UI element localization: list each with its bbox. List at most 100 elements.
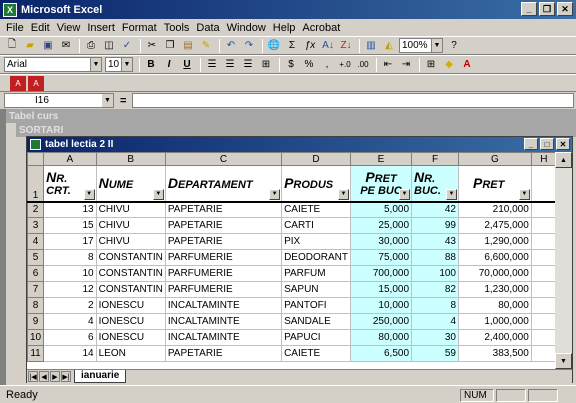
chevron-down-icon[interactable]: ▼ bbox=[431, 39, 442, 52]
spreadsheet-grid[interactable]: A B C D E F G H 1 NR. CRT. ▼ NUME ▼ DEPARTA… bbox=[27, 152, 557, 369]
cell-nr-buc[interactable]: 42 bbox=[411, 201, 459, 218]
cell-nr-buc[interactable]: 59 bbox=[411, 345, 459, 362]
print-preview-icon[interactable]: ◫ bbox=[101, 38, 117, 53]
cell-pret-pe-buc[interactable]: 25,000 bbox=[349, 217, 413, 234]
name-box[interactable]: I16 ▼ bbox=[4, 93, 114, 108]
cell[interactable] bbox=[530, 345, 557, 362]
cell-departament[interactable]: PAPETARIE bbox=[164, 217, 283, 234]
cell-pret-pe-buc[interactable]: 75,000 bbox=[349, 249, 413, 266]
increase-decimal-icon[interactable]: +.0 bbox=[337, 57, 353, 72]
row-header[interactable]: 11 bbox=[27, 345, 45, 362]
cell[interactable] bbox=[530, 265, 557, 282]
select-all[interactable] bbox=[27, 152, 45, 166]
hyperlink-icon[interactable]: 🌐 bbox=[266, 38, 282, 53]
cell[interactable] bbox=[530, 329, 557, 346]
cell-nr-buc[interactable]: 43 bbox=[411, 233, 459, 250]
cell-produs[interactable]: PIX bbox=[281, 233, 351, 250]
cell-nr-buc[interactable]: 30 bbox=[411, 329, 459, 346]
cell-nr-crt[interactable]: 4 bbox=[43, 313, 97, 330]
zoom-select[interactable]: 100% ▼ bbox=[399, 38, 443, 53]
cell-pret-pe-buc[interactable]: 30,000 bbox=[349, 233, 413, 250]
cell-nr-crt[interactable]: 13 bbox=[43, 201, 97, 218]
function-icon[interactable]: ƒx bbox=[302, 38, 318, 53]
cell-produs[interactable]: DEODORANT bbox=[281, 249, 351, 266]
menu-insert[interactable]: Insert bbox=[87, 22, 115, 34]
fill-color-icon[interactable]: ◆ bbox=[441, 57, 457, 72]
align-right-icon[interactable]: ☰ bbox=[240, 57, 256, 72]
cell-nr-crt[interactable]: 6 bbox=[43, 329, 97, 346]
cell-departament[interactable]: PAPETARIE bbox=[164, 201, 283, 218]
cell[interactable] bbox=[530, 233, 557, 250]
cell-produs[interactable]: PANTOFI bbox=[281, 297, 351, 314]
cell-pret-pe-buc[interactable]: 6,500 bbox=[349, 345, 413, 362]
cell-departament[interactable]: INCALTAMINTE bbox=[164, 313, 283, 330]
scroll-down-icon[interactable]: ▼ bbox=[555, 353, 572, 369]
first-sheet-icon[interactable]: |◀ bbox=[28, 371, 38, 382]
cell-nr-crt[interactable]: 14 bbox=[43, 345, 97, 362]
merge-center-icon[interactable]: ⊞ bbox=[258, 57, 274, 72]
align-center-icon[interactable]: ☰ bbox=[222, 57, 238, 72]
copy-icon[interactable]: ❐ bbox=[162, 38, 178, 53]
cell-pret[interactable]: 210,000 bbox=[458, 201, 532, 218]
formula-input[interactable] bbox=[132, 93, 574, 108]
autofilter-icon[interactable]: ▼ bbox=[337, 188, 349, 200]
next-sheet-icon[interactable]: ▶ bbox=[50, 371, 60, 382]
cell-produs[interactable]: SANDALE bbox=[281, 313, 351, 330]
cell-pret[interactable]: 70,000,000 bbox=[458, 265, 532, 282]
cell-nr-crt[interactable]: 10 bbox=[43, 265, 97, 282]
row-header[interactable]: 10 bbox=[27, 329, 45, 346]
autofilter-icon[interactable]: ▼ bbox=[446, 188, 457, 200]
paste-icon[interactable]: ▤ bbox=[180, 38, 196, 53]
cell-pret[interactable]: 383,500 bbox=[458, 345, 532, 362]
cell-nr-buc[interactable]: 4 bbox=[411, 313, 459, 330]
cell-departament[interactable]: INCALTAMINTE bbox=[164, 297, 283, 314]
cell-nume[interactable]: IONESCU bbox=[95, 313, 166, 330]
header-cell[interactable]: NR. CRT. ▼ bbox=[43, 165, 97, 203]
italic-icon[interactable]: I bbox=[161, 57, 177, 72]
row-header[interactable]: 6 bbox=[27, 265, 45, 282]
font-color-icon[interactable]: A bbox=[459, 57, 475, 72]
cell-nr-crt[interactable]: 17 bbox=[43, 233, 97, 250]
cell-pret-pe-buc[interactable]: 80,000 bbox=[349, 329, 413, 346]
row-header[interactable]: 3 bbox=[27, 217, 45, 234]
cell-pret[interactable]: 1,290,000 bbox=[458, 233, 532, 250]
header-cell[interactable]: DEPARTAMENT ▼ bbox=[164, 165, 283, 203]
column-header[interactable]: G bbox=[458, 152, 532, 166]
autofilter-icon[interactable]: ▼ bbox=[518, 188, 530, 200]
cell-departament[interactable]: PARFUMERIE bbox=[164, 281, 283, 298]
cut-icon[interactable]: ✂ bbox=[144, 38, 160, 53]
row-header[interactable]: 8 bbox=[27, 297, 45, 314]
new-icon[interactable]: 🗋 bbox=[4, 38, 20, 53]
cell-nr-buc[interactable]: 88 bbox=[411, 249, 459, 266]
print-icon[interactable]: ⎙ bbox=[83, 38, 99, 53]
cell-pret-pe-buc[interactable]: 5,000 bbox=[349, 201, 413, 218]
autofilter-icon[interactable]: ▼ bbox=[152, 188, 164, 200]
align-left-icon[interactable]: ☰ bbox=[204, 57, 220, 72]
header-cell[interactable]: PRET ▼ bbox=[458, 165, 532, 203]
chart-wizard-icon[interactable]: ▥ bbox=[363, 38, 379, 53]
menu-data[interactable]: Data bbox=[196, 22, 219, 34]
cell-produs[interactable]: CARTI bbox=[281, 217, 351, 234]
cell-nume[interactable]: CONSTANTIN bbox=[95, 265, 166, 282]
cell-nr-buc[interactable]: 82 bbox=[411, 281, 459, 298]
cell-pret[interactable]: 2,400,000 bbox=[458, 329, 532, 346]
column-header[interactable]: F bbox=[411, 152, 459, 166]
cell[interactable] bbox=[530, 165, 557, 203]
open-icon[interactable]: ▰ bbox=[22, 38, 38, 53]
cell-produs[interactable]: CAIETE bbox=[281, 201, 351, 218]
cell-nume[interactable]: IONESCU bbox=[95, 329, 166, 346]
borders-icon[interactable]: ⊞ bbox=[423, 57, 439, 72]
cell-pret[interactable]: 1,000,000 bbox=[458, 313, 532, 330]
decrease-indent-icon[interactable]: ⇤ bbox=[380, 57, 396, 72]
header-cell[interactable]: NUME ▼ bbox=[95, 165, 166, 203]
row-header[interactable]: 1 bbox=[27, 165, 45, 203]
cell-pret-pe-buc[interactable]: 15,000 bbox=[349, 281, 413, 298]
cell-pret-pe-buc[interactable]: 10,000 bbox=[349, 297, 413, 314]
close-button[interactable]: ✕ bbox=[557, 2, 573, 16]
save-icon[interactable]: ▣ bbox=[40, 38, 56, 53]
column-header[interactable]: E bbox=[349, 152, 413, 166]
close-button[interactable]: ✕ bbox=[556, 138, 570, 150]
cell-nume[interactable]: CONSTANTIN bbox=[95, 281, 166, 298]
row-header[interactable]: 2 bbox=[27, 201, 45, 218]
header-cell[interactable]: NR. BUC. ▼ bbox=[411, 165, 459, 203]
